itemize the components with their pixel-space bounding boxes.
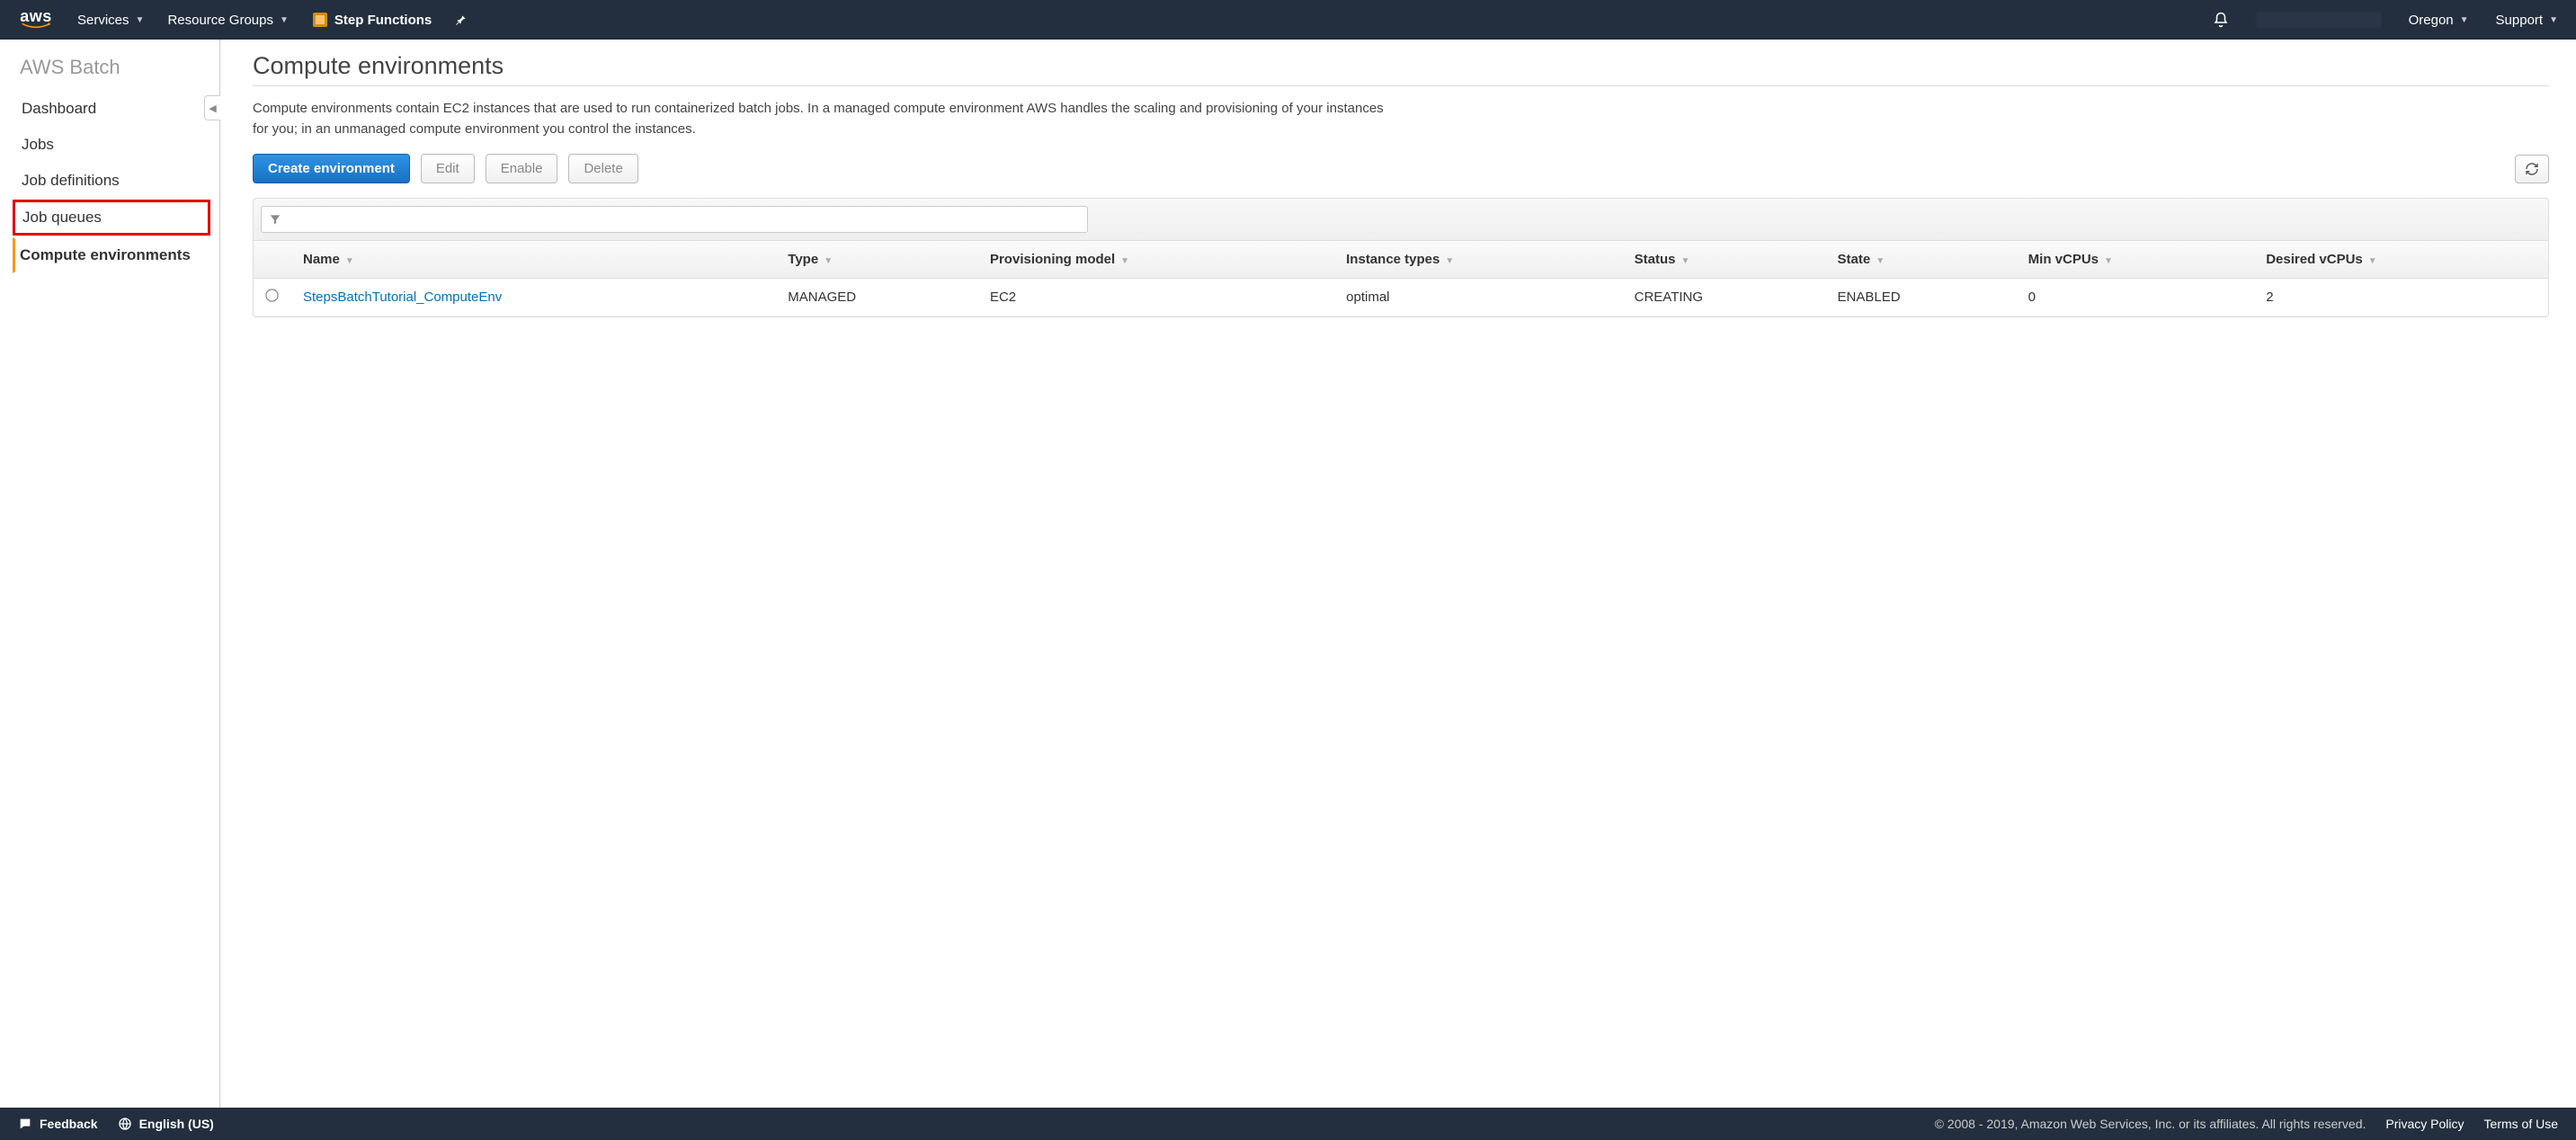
col-name[interactable]: Name▼: [290, 241, 775, 279]
language-label: English (US): [139, 1117, 214, 1131]
content-area: Compute environments Compute environment…: [220, 40, 2576, 1108]
col-min-vcpus[interactable]: Min vCPUs▼: [2016, 241, 2254, 279]
page-title: Compute environments: [253, 52, 2549, 86]
resource-groups-menu[interactable]: Resource Groups ▼: [167, 13, 288, 28]
step-functions-label: Step Functions: [334, 13, 432, 28]
aws-logo[interactable]: aws: [18, 10, 54, 30]
language-selector[interactable]: English (US): [118, 1117, 214, 1131]
region-menu[interactable]: Oregon ▼: [2409, 13, 2469, 28]
aws-logo-text: aws: [20, 10, 52, 22]
filter-input[interactable]: [261, 206, 1088, 233]
services-label: Services: [77, 13, 129, 28]
chevron-down-icon: ▼: [2549, 15, 2558, 25]
feedback-link[interactable]: Feedback: [18, 1117, 98, 1131]
action-row: Create environment Edit Enable Delete: [253, 154, 2549, 183]
sort-icon: ▼: [824, 256, 833, 266]
terms-of-use-link[interactable]: Terms of Use: [2484, 1117, 2558, 1131]
col-desired-vcpus[interactable]: Desired vCPUs▼: [2253, 241, 2548, 279]
sidebar-item-job-definitions[interactable]: Job definitions: [13, 164, 210, 198]
col-state[interactable]: State▼: [1825, 241, 2016, 279]
privacy-policy-link[interactable]: Privacy Policy: [2385, 1117, 2464, 1131]
sort-icon: ▼: [1445, 256, 1454, 266]
chevron-down-icon: ▼: [136, 15, 145, 25]
globe-icon: [118, 1117, 132, 1131]
feedback-label: Feedback: [40, 1117, 98, 1131]
sidebar: AWS Batch Dashboard Jobs Job definitions…: [0, 40, 220, 1108]
compute-environments-table: Name▼ Type▼ Provisioning model▼ Instance…: [254, 241, 2548, 316]
speech-bubble-icon: [18, 1117, 32, 1131]
sort-icon: ▼: [1680, 256, 1689, 266]
table-row[interactable]: StepsBatchTutorial_ComputeEnv MANAGED EC…: [254, 279, 2548, 316]
col-provisioning[interactable]: Provisioning model▼: [977, 241, 1333, 279]
sidebar-title: AWS Batch: [20, 56, 210, 79]
sort-icon: ▼: [1120, 256, 1129, 266]
cell-status: CREATING: [1622, 279, 1825, 316]
row-select-radio[interactable]: [265, 289, 278, 301]
delete-button[interactable]: Delete: [568, 154, 637, 183]
support-menu[interactable]: Support ▼: [2496, 13, 2558, 28]
refresh-icon: [2525, 162, 2539, 176]
enable-button[interactable]: Enable: [486, 154, 558, 183]
account-menu-redacted[interactable]: [2256, 12, 2382, 28]
col-instance-types[interactable]: Instance types▼: [1333, 241, 1622, 279]
region-label: Oregon: [2409, 13, 2454, 28]
pin-icon[interactable]: [455, 13, 468, 26]
sidebar-item-jobs[interactable]: Jobs: [13, 128, 210, 162]
sort-icon: ▼: [1876, 256, 1885, 266]
top-nav: aws Services ▼ Resource Groups ▼ Step Fu…: [0, 0, 2576, 40]
copyright-text: © 2008 - 2019, Amazon Web Services, Inc.…: [1935, 1117, 2367, 1131]
cell-type: MANAGED: [775, 279, 977, 316]
chevron-down-icon: ▼: [280, 15, 289, 25]
cell-min-vcpus: 0: [2016, 279, 2254, 316]
cell-provisioning: EC2: [977, 279, 1333, 316]
page-description: Compute environments contain EC2 instanc…: [253, 99, 1386, 139]
top-right-group: Oregon ▼ Support ▼: [2213, 12, 2558, 28]
env-name-link[interactable]: StepsBatchTutorial_ComputeEnv: [303, 289, 502, 305]
col-status[interactable]: Status▼: [1622, 241, 1825, 279]
sort-icon: ▼: [345, 256, 354, 266]
notifications-icon[interactable]: [2213, 12, 2229, 28]
sidebar-collapse-handle[interactable]: ◀: [204, 95, 220, 120]
sidebar-item-dashboard[interactable]: Dashboard: [13, 92, 210, 126]
chevron-down-icon: ▼: [2460, 15, 2469, 25]
table-scroll[interactable]: Name▼ Type▼ Provisioning model▼ Instance…: [253, 241, 2549, 317]
sidebar-item-compute-environments[interactable]: Compute environments: [13, 237, 210, 273]
sort-icon: ▼: [2104, 256, 2113, 266]
cell-state: ENABLED: [1825, 279, 2016, 316]
support-label: Support: [2496, 13, 2544, 28]
aws-smile-icon: [18, 22, 54, 30]
cell-instance-types: optimal: [1333, 279, 1622, 316]
main-layout: AWS Batch Dashboard Jobs Job definitions…: [0, 40, 2576, 1108]
services-menu[interactable]: Services ▼: [77, 13, 144, 28]
create-environment-button[interactable]: Create environment: [253, 154, 410, 183]
filter-bar: [253, 198, 2549, 241]
step-functions-icon: [312, 12, 328, 28]
cell-desired-vcpus: 2: [2253, 279, 2548, 316]
footer: Feedback English (US) © 2008 - 2019, Ama…: [0, 1108, 2576, 1140]
col-select: [254, 241, 290, 279]
sort-icon: ▼: [2368, 256, 2377, 266]
resource-groups-label: Resource Groups: [167, 13, 273, 28]
col-type[interactable]: Type▼: [775, 241, 977, 279]
step-functions-link[interactable]: Step Functions: [312, 12, 432, 28]
refresh-button[interactable]: [2515, 155, 2549, 183]
sidebar-item-job-queues[interactable]: Job queues: [13, 200, 210, 236]
edit-button[interactable]: Edit: [421, 154, 475, 183]
filter-icon: [269, 213, 281, 226]
